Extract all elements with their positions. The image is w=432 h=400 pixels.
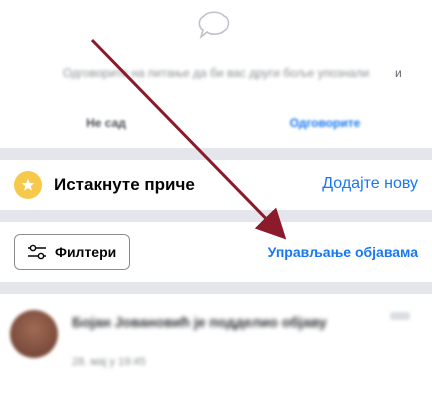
sliders-icon bbox=[28, 244, 46, 260]
speech-bubble-icon bbox=[198, 11, 230, 40]
avatar[interactable] bbox=[10, 310, 58, 358]
posts-filter-row: Филтери Управљање објавама bbox=[0, 222, 432, 282]
featured-stories-title: Истакнуте приче bbox=[54, 175, 195, 194]
profile-question-card: Одговорите на питање да би вас други бољ… bbox=[0, 0, 432, 148]
manage-posts-link[interactable]: Управљање објавама bbox=[268, 244, 418, 260]
answer-button[interactable]: Одговорите bbox=[280, 116, 370, 130]
featured-stories-row: Истакнуте приче Додајте нову bbox=[0, 160, 432, 210]
section-divider bbox=[0, 282, 432, 294]
add-new-link[interactable]: Додајте нову bbox=[322, 175, 418, 193]
filters-button-label: Филтери bbox=[55, 244, 117, 260]
section-divider bbox=[0, 210, 432, 222]
post-preview[interactable]: Бојан Јовановић је подделио објаву 28. м… bbox=[0, 294, 432, 400]
question-prompt-tail: и bbox=[395, 66, 402, 80]
post-timestamp: 28. мај у 19:45 bbox=[72, 356, 146, 368]
not-now-button[interactable]: Не сад bbox=[70, 116, 142, 130]
post-title: Бојан Јовановић је подделио објаву bbox=[72, 314, 327, 330]
question-prompt-text: Одговорите на питање да би вас други бољ… bbox=[62, 66, 370, 80]
star-icon bbox=[14, 171, 42, 199]
filters-button[interactable]: Филтери bbox=[14, 234, 130, 270]
section-divider bbox=[0, 148, 432, 160]
more-icon[interactable] bbox=[390, 312, 410, 320]
